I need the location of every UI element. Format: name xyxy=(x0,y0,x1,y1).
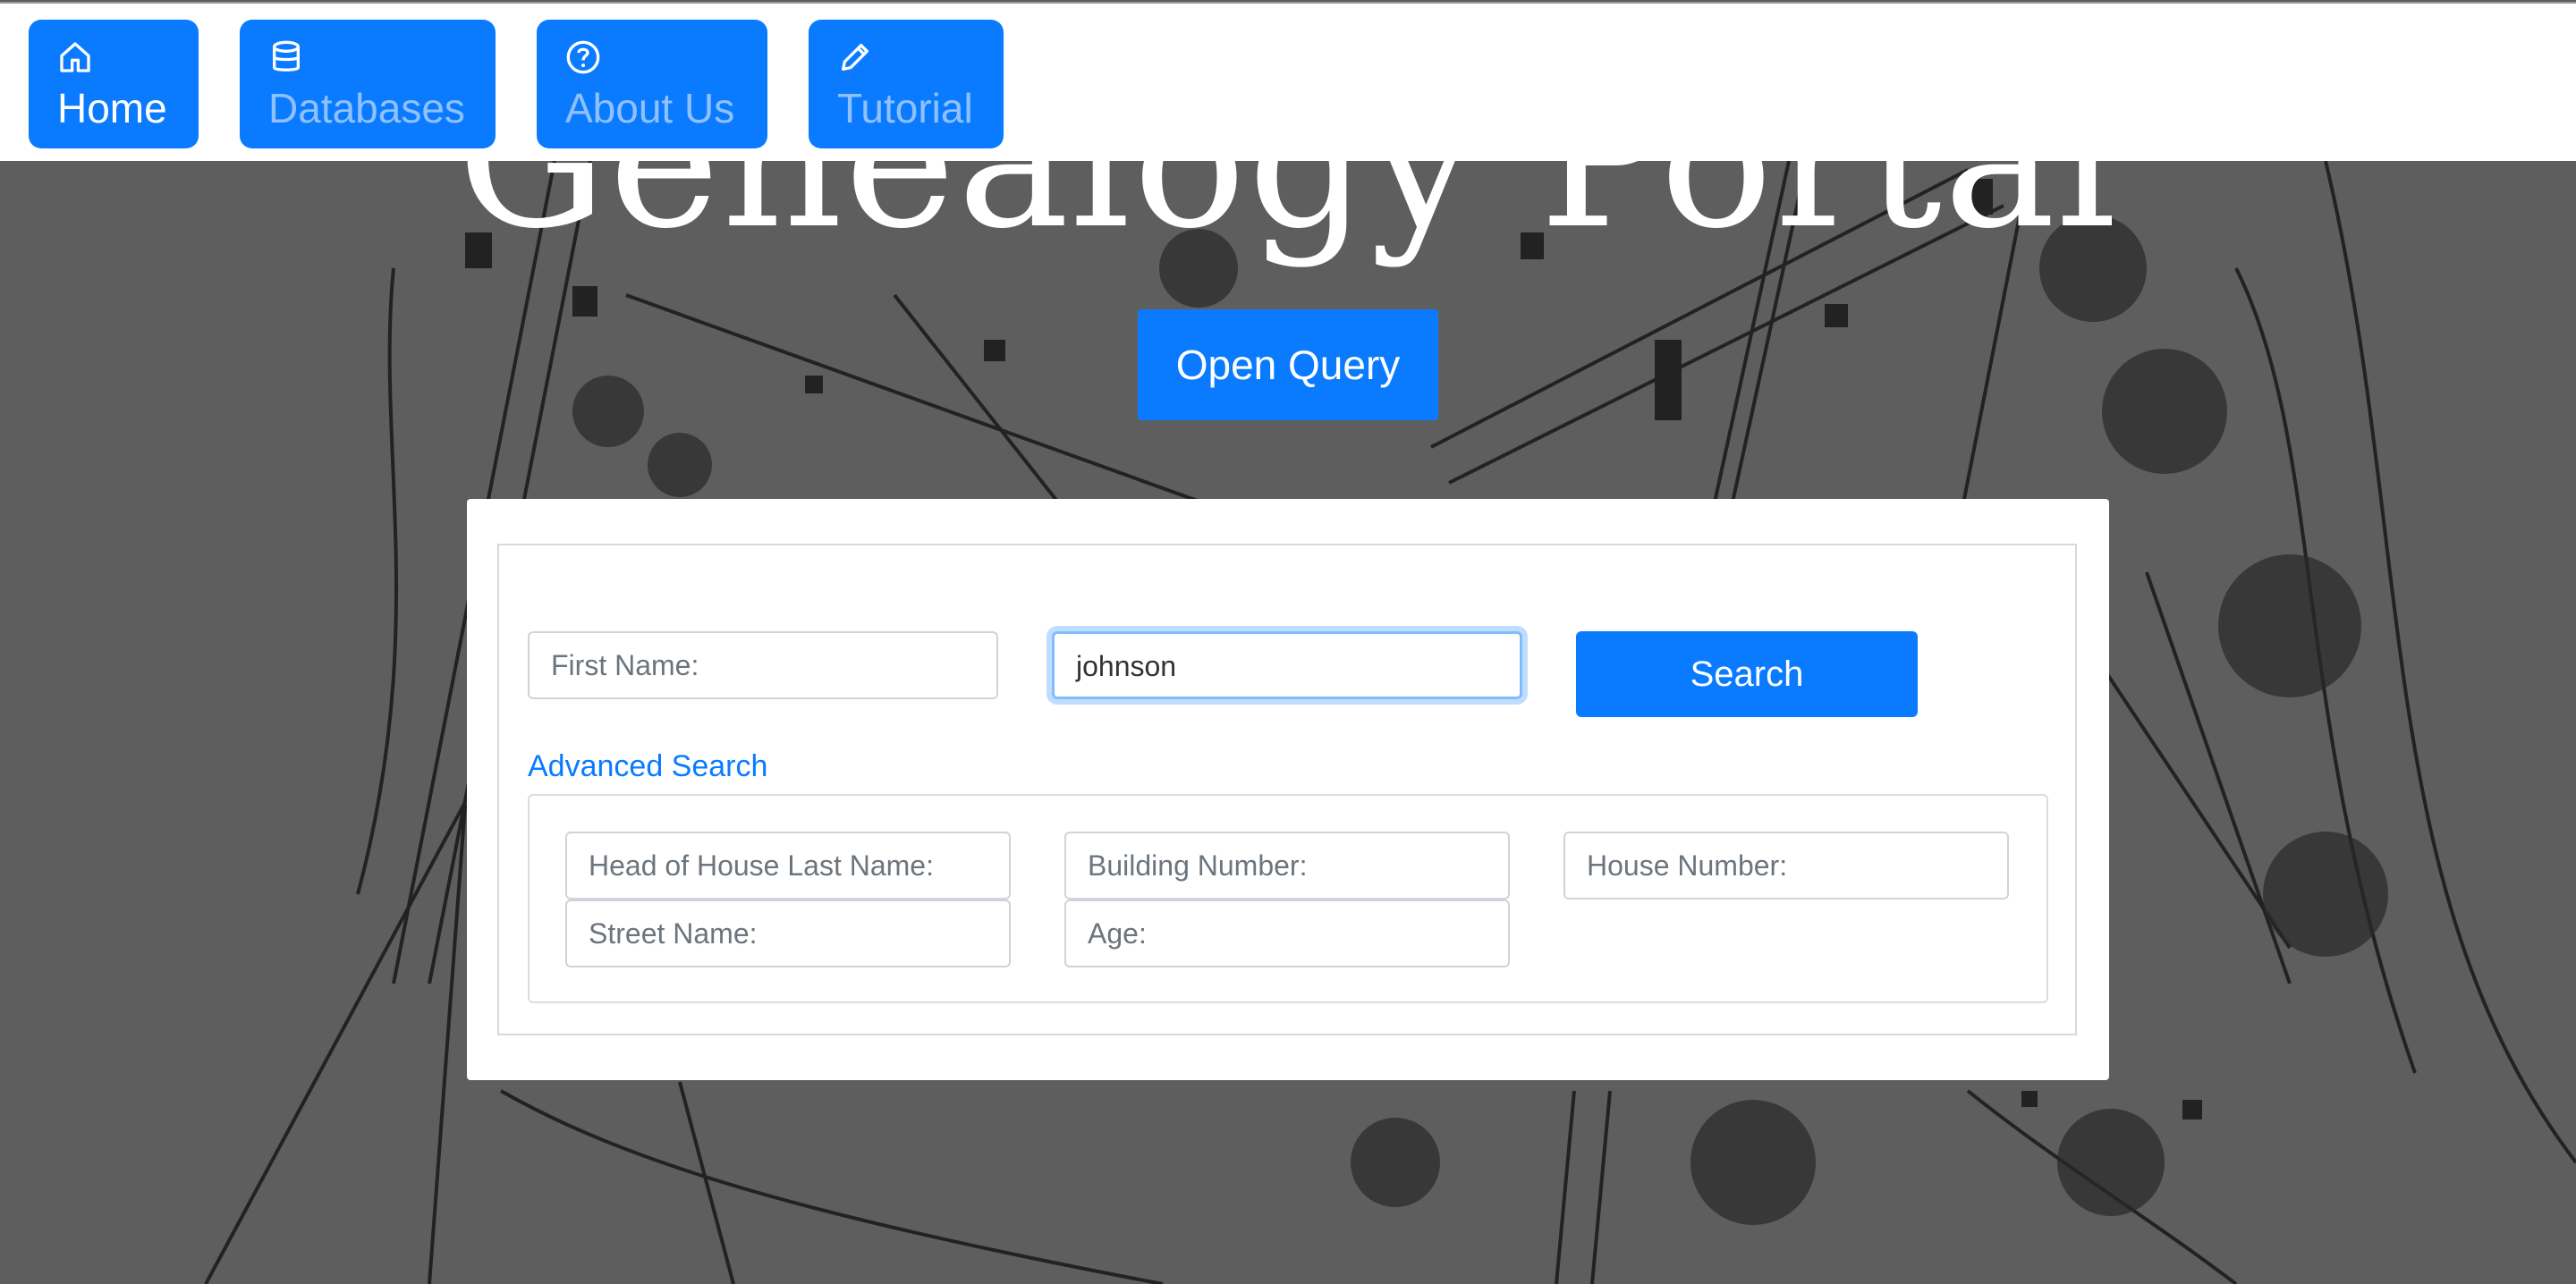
nav-about-us-button[interactable]: About Us xyxy=(537,20,767,148)
nav-tutorial-button[interactable]: Tutorial xyxy=(809,20,1004,148)
nav-home-button[interactable]: Home xyxy=(29,20,199,148)
first-name-field[interactable]: First Name: xyxy=(528,631,998,699)
nav-about-us-label: About Us xyxy=(565,85,735,131)
house-number-field[interactable]: House Number: xyxy=(1563,832,2009,900)
nav-tutorial-label: Tutorial xyxy=(837,85,973,131)
last-name-field[interactable]: johnson xyxy=(1052,631,1522,699)
open-query-button[interactable]: Open Query xyxy=(1138,309,1438,420)
pencil-icon xyxy=(842,44,869,72)
database-icon xyxy=(273,40,300,72)
nav-databases-button[interactable]: Databases xyxy=(240,20,496,148)
search-button[interactable]: Search xyxy=(1576,631,1918,717)
advanced-search-link[interactable]: Advanced Search xyxy=(528,749,767,784)
nav-home-label: Home xyxy=(57,85,167,131)
street-name-field[interactable]: Street Name: xyxy=(565,900,1011,967)
top-navbar: Home Databases About Us Tutorial xyxy=(0,2,2576,161)
home-icon xyxy=(60,42,90,72)
building-number-field[interactable]: Building Number: xyxy=(1064,832,1510,900)
question-circle-icon xyxy=(566,40,600,74)
nav-databases-label: Databases xyxy=(268,85,465,131)
age-field[interactable]: Age: xyxy=(1064,900,1510,967)
head-of-house-last-name-field[interactable]: Head of House Last Name: xyxy=(565,832,1011,900)
